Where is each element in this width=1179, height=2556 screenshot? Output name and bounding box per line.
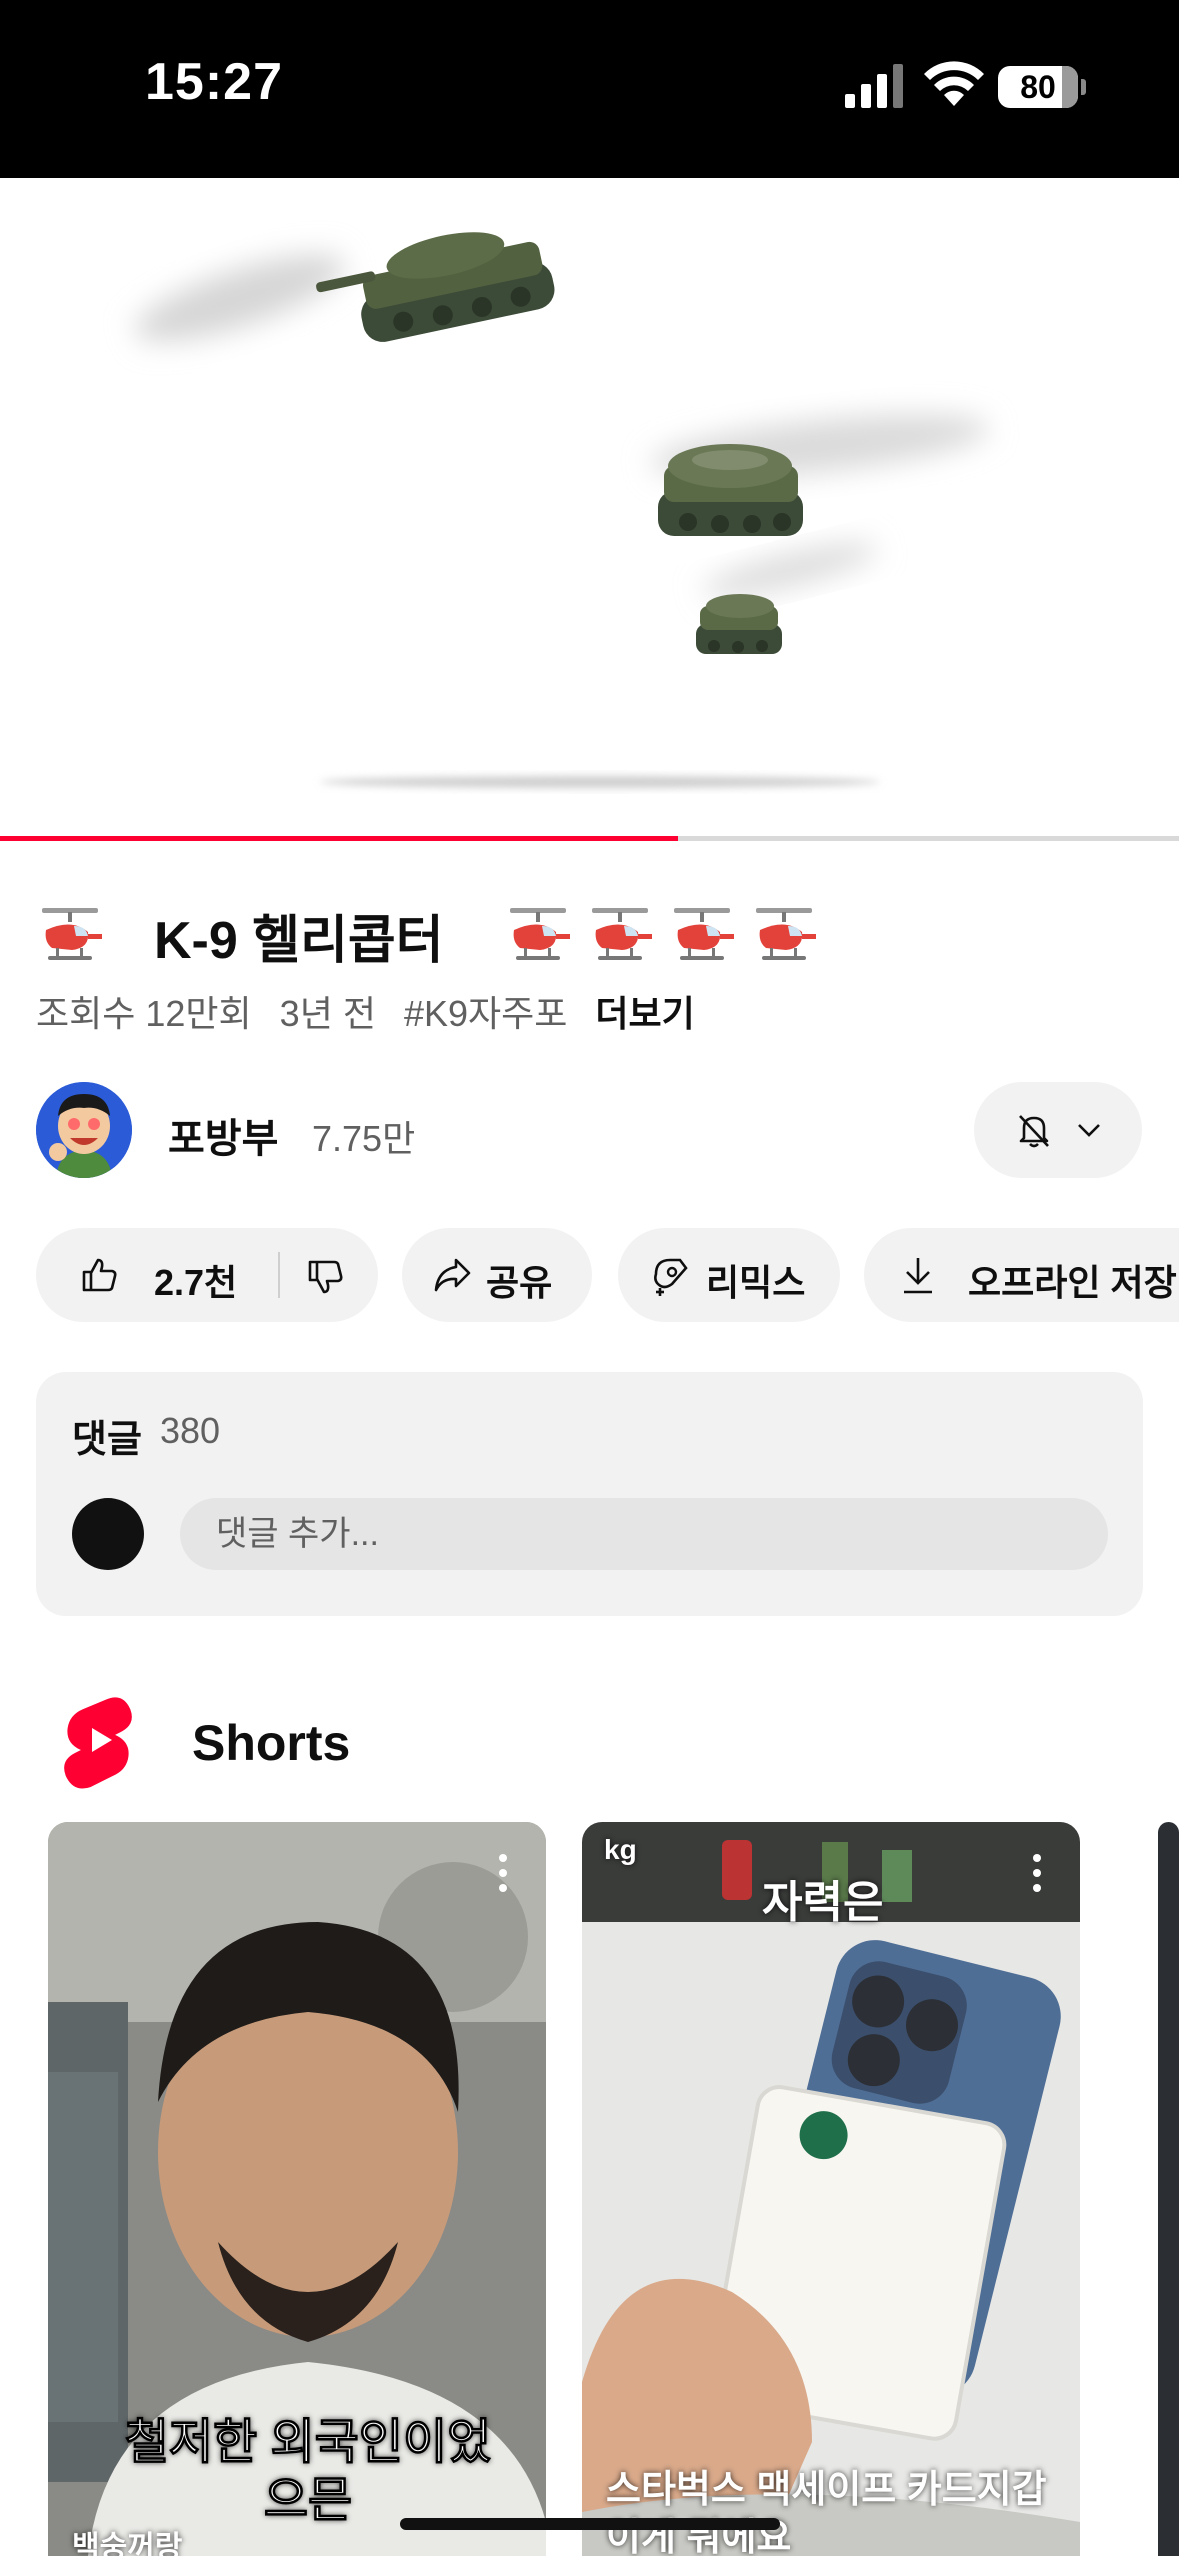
video-player[interactable]	[0, 178, 1179, 840]
helicopter-emoji-icon	[673, 908, 734, 960]
like-dislike-pill: 2.7천	[36, 1228, 378, 1322]
tank-helicopter-1	[316, 232, 555, 342]
thumbs-down-icon[interactable]	[306, 1258, 344, 1296]
short-overlay-text: 자력은	[762, 1878, 884, 1927]
helicopter-emoji-icon	[42, 908, 102, 960]
remix-icon	[654, 1258, 688, 1296]
more-button[interactable]: 더보기	[595, 993, 694, 1034]
thumbs-up-icon[interactable]	[80, 1256, 118, 1294]
hashtag-link[interactable]: #K9자주포	[404, 993, 567, 1034]
like-divider	[278, 1252, 280, 1298]
view-count: 조회수 12만회	[36, 993, 252, 1034]
more-options-icon[interactable]	[488, 1850, 518, 1896]
wifi-icon	[924, 61, 984, 106]
battery-level: 80	[1020, 69, 1056, 105]
share-label: 공유	[486, 1262, 553, 1303]
status-bar: 15:27 80	[0, 0, 1179, 178]
video-frame	[135, 232, 990, 788]
video-title: K-9 헬리콥터	[154, 911, 444, 970]
remix-button[interactable]: 리믹스	[618, 1228, 840, 1322]
cellular-signal-icon	[845, 64, 903, 108]
video-meta[interactable]: 조회수 12만회 3년 전 #K9자주포 더보기	[36, 985, 713, 1037]
kg-watermark: kg	[604, 1834, 637, 1865]
tank-helicopter-2	[658, 444, 803, 536]
shorts-heading: Shorts	[192, 1715, 351, 1771]
more-options-icon[interactable]	[1022, 1850, 1052, 1896]
comments-section[interactable]: 댓글 380 댓글 추가...	[36, 1372, 1143, 1616]
like-count[interactable]: 2.7천	[154, 1254, 237, 1306]
short-card-partial[interactable]	[1158, 1822, 1179, 2556]
shorts-logo-icon	[64, 1697, 132, 1789]
channel-row: 포방부 7.75만	[36, 1082, 1143, 1178]
short-card[interactable]: 철저한 외국인이었으믄 백숭꺼랑	[48, 1822, 546, 2556]
comments-count: 380	[160, 1410, 221, 1451]
download-button[interactable]: 오프라인 저장	[864, 1228, 1179, 1322]
helicopter-emoji-icon	[509, 908, 570, 960]
channel-name[interactable]: 포방부	[168, 1106, 278, 1164]
add-comment-input[interactable]: 댓글 추가...	[180, 1498, 1108, 1570]
helicopter-emoji-icon	[755, 908, 816, 960]
short-title: 스타벅스 맥세이프 카드지갑 이게 뭐에요	[606, 2469, 1047, 2556]
short-card[interactable]: kg 자력은 스타벅스 맥세이프 카드지갑 이게 뭐에요	[582, 1822, 1080, 2556]
share-button[interactable]: 공유	[402, 1228, 592, 1322]
download-icon	[904, 1258, 932, 1294]
channel-avatar[interactable]	[36, 1082, 132, 1178]
tank-helicopter-3	[696, 594, 782, 654]
video-title-row[interactable]: K-9 헬리콥터	[36, 900, 818, 970]
cartoon-avatar-image	[36, 1082, 132, 1178]
download-label: 오프라인 저장	[968, 1262, 1177, 1303]
helicopter-emoji-icon	[591, 908, 652, 960]
notification-settings-button[interactable]	[974, 1082, 1142, 1178]
remix-label: 리믹스	[706, 1262, 806, 1303]
short-thumbnail	[582, 1822, 1080, 2556]
comments-label: 댓글	[72, 1419, 142, 1461]
share-arrow-icon	[434, 1258, 471, 1292]
subscriber-count: 7.75만	[312, 1118, 416, 1159]
battery-indicator: 80	[998, 66, 1086, 108]
short-title: 백숭꺼랑	[72, 2531, 183, 2556]
short-overlay-text: 철저한 외국인이었으믄	[124, 2416, 492, 2528]
user-avatar	[72, 1498, 144, 1570]
bell-off-icon	[1019, 1115, 1049, 1148]
status-time: 15:27	[145, 53, 283, 111]
home-indicator	[400, 2518, 780, 2530]
chevron-down-icon	[1078, 1124, 1100, 1137]
upload-age: 3년 전	[279, 993, 376, 1034]
